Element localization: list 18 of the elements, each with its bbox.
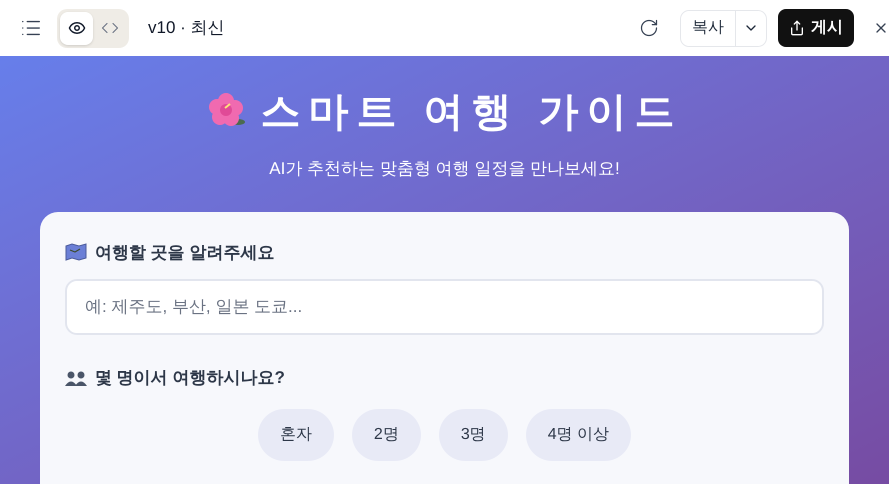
traveler-option[interactable]: 혼자 xyxy=(258,408,334,460)
destination-label: 여행할 곳을 알려주세요 xyxy=(95,242,274,264)
traveler-option[interactable]: 3명 xyxy=(438,408,508,460)
people-icon xyxy=(65,370,87,386)
travelers-label: 몇 명이서 여행하시나요? xyxy=(95,367,285,389)
hero-title: 스마트 여행 가이드 xyxy=(260,89,683,136)
copy-button[interactable]: 복사 xyxy=(681,10,735,46)
version-label: v10 · 최신 xyxy=(148,17,225,40)
hero-subtitle: AI가 추천하는 맞춤형 여행 일정을 만나보세요! xyxy=(269,158,620,180)
eye-icon xyxy=(68,19,86,37)
traveler-option[interactable]: 4명 이상 xyxy=(526,408,632,460)
publish-button[interactable]: 게시 xyxy=(778,9,854,47)
preview-tab[interactable] xyxy=(60,12,93,44)
share-icon xyxy=(789,20,805,36)
destination-input[interactable]: 예: 제주도, 부산, 일본 도쿄... xyxy=(65,279,824,335)
refresh-icon[interactable] xyxy=(639,18,659,38)
traveler-option[interactable]: 2명 xyxy=(352,408,421,460)
map-icon xyxy=(65,243,87,262)
